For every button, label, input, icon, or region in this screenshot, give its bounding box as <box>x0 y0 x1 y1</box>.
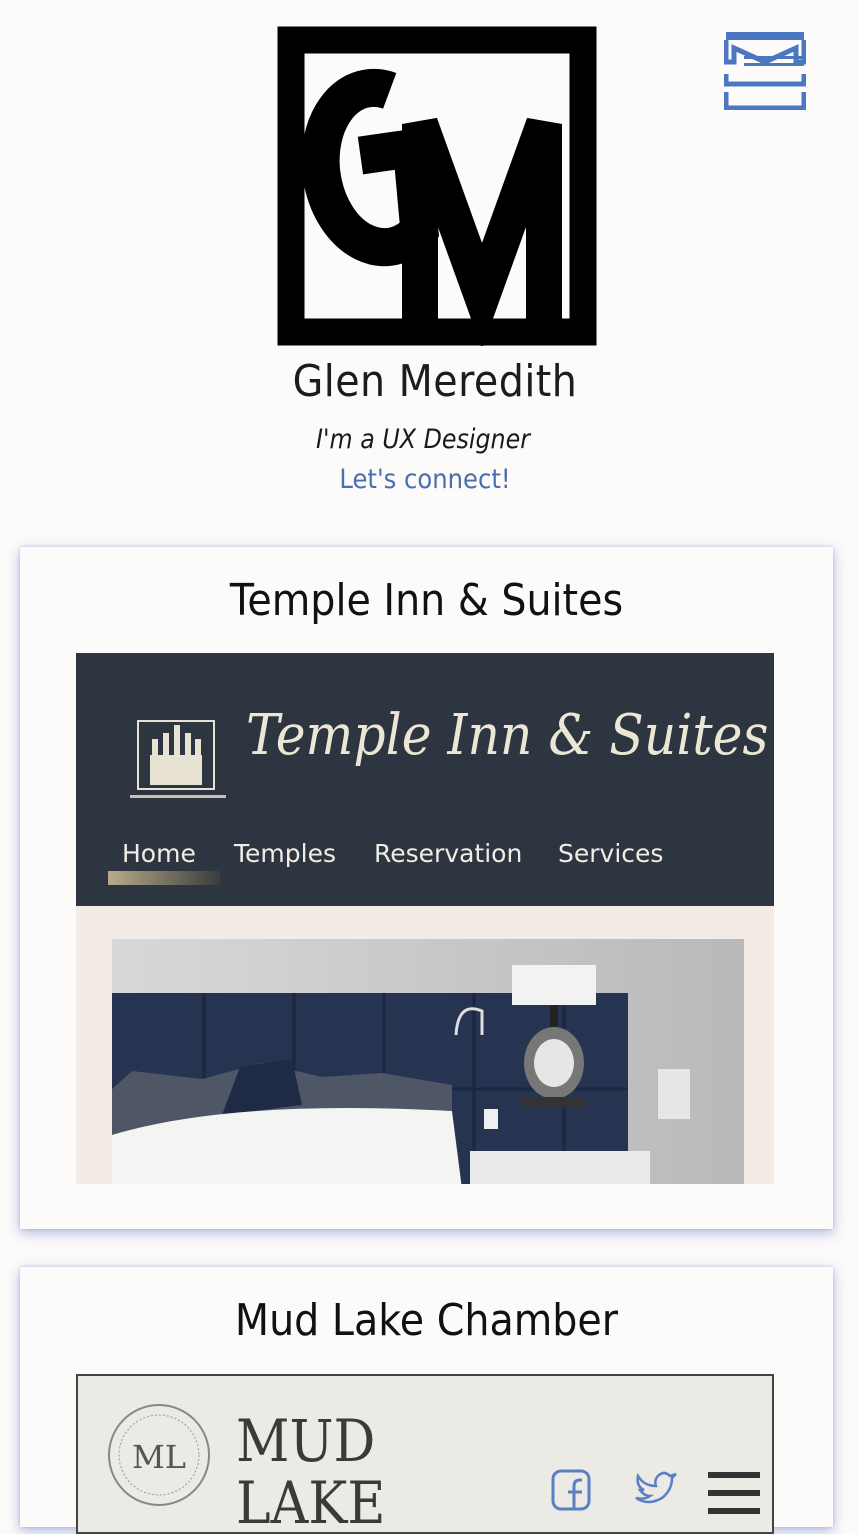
connect-link[interactable]: Let's connect! <box>39 464 811 495</box>
preview-brand: Temple Inn & Suites <box>246 703 769 768</box>
page-title: Glen Meredith <box>292 356 578 407</box>
preview-nav-home: Home <box>122 839 196 868</box>
project-card-mud-lake[interactable]: Mud Lake Chamber ML MUD LAKE <box>20 1267 833 1534</box>
chamber-seal-icon: ML <box>108 1404 210 1506</box>
project-title: Temple Inn & Suites <box>229 575 624 626</box>
twitter-icon <box>635 1471 677 1504</box>
preview-brand-line1: MUD <box>236 1407 376 1475</box>
preview-nav-temples: Temples <box>234 839 336 868</box>
tagline: I'm a UX Designer <box>315 424 530 455</box>
preview-nav-reservation: Reservation <box>374 839 523 868</box>
preview-nav-services: Services <box>558 839 664 868</box>
facebook-icon <box>551 1469 591 1511</box>
preview-header: Temple Inn & Suites Home Temples Reserva… <box>76 653 774 906</box>
menu-icon <box>723 32 807 111</box>
temple-logo-icon <box>130 720 226 798</box>
project-preview-image[interactable]: Temple Inn & Suites Home Temples Reserva… <box>76 653 774 1184</box>
preview-brand: MUD LAKE <box>236 1407 386 1534</box>
preview-brand-line2: LAKE <box>236 1469 386 1534</box>
hotel-room-photo <box>112 939 744 1184</box>
project-title: Mud Lake Chamber <box>234 1295 619 1346</box>
seal-text: ML <box>132 1438 186 1476</box>
gm-monogram-logo[interactable] <box>272 26 598 350</box>
project-card-temple-inn[interactable]: Temple Inn & Suites Temple Inn & Suites … <box>20 547 833 1229</box>
preview-nav-underline <box>108 871 220 885</box>
project-preview-image[interactable]: ML MUD LAKE <box>76 1374 774 1534</box>
menu-button[interactable] <box>723 30 807 111</box>
hamburger-icon <box>708 1472 760 1514</box>
